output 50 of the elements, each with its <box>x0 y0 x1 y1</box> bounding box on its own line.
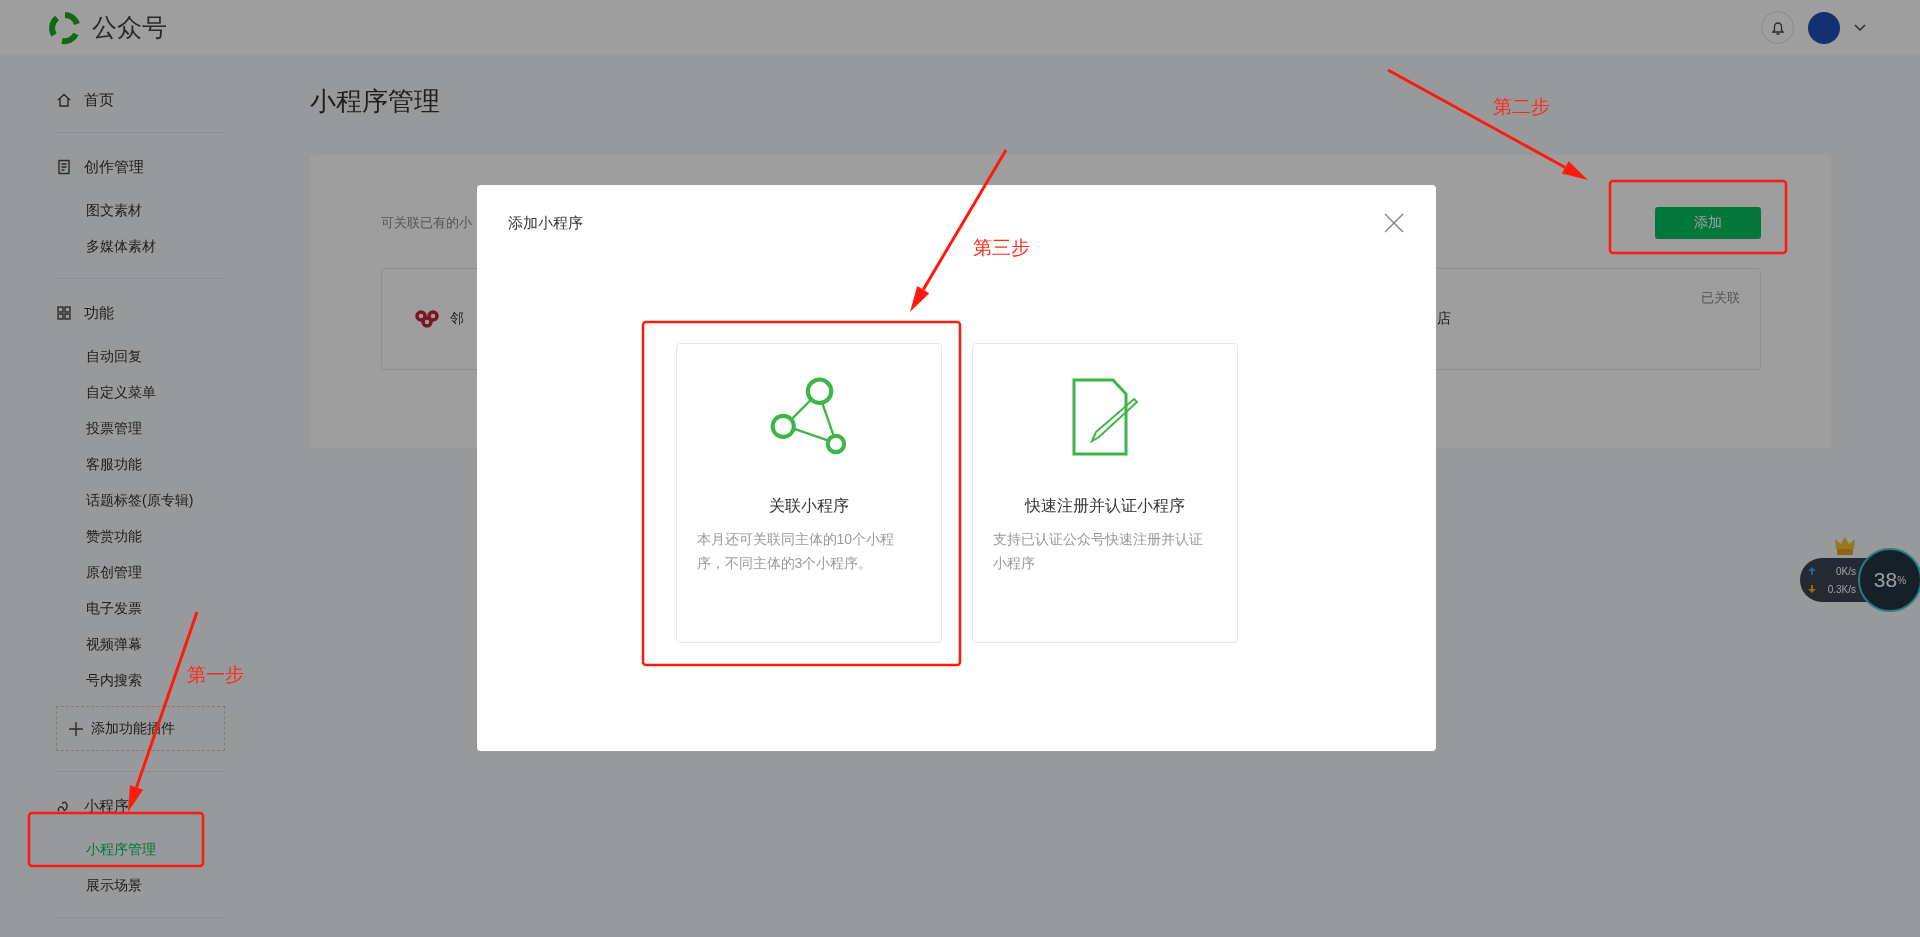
program-info: 店 <box>1437 310 1451 328</box>
plus-icon <box>69 721 83 736</box>
crown-icon <box>1834 536 1856 556</box>
sidebar-item[interactable]: 视频弹幕 <box>86 626 142 662</box>
option-description: 本月还可关联同主体的10个小程序，不同主体的3个小程序。 <box>696 530 896 573</box>
close-icon <box>1383 212 1405 234</box>
sidebar-item[interactable]: 多媒体素材 <box>86 228 156 264</box>
upload-speed: 0K/s <box>1835 565 1856 577</box>
sidebar-item[interactable]: 自动回复 <box>86 338 142 374</box>
grid-icon <box>56 305 72 321</box>
percent-sign: % <box>1897 574 1907 586</box>
sidebar-item[interactable]: 赞赏功能 <box>86 518 142 554</box>
option-description: 支持已认证公众号快速注册并认证小程序 <box>992 530 1204 573</box>
sidebar-item[interactable]: 话题标签(原专辑) <box>86 482 194 518</box>
annotation-text: 第二步 <box>1493 95 1550 119</box>
app-title: 公众号 <box>92 12 167 43</box>
download-speed: 0.3K/s <box>1826 583 1856 595</box>
program-name: 邻 <box>450 310 464 328</box>
chevron-down-icon[interactable] <box>1854 23 1866 32</box>
sidebar-item[interactable]: 号内搜索 <box>86 662 142 698</box>
document-icon <box>56 159 72 175</box>
avatar[interactable] <box>1808 11 1840 44</box>
download-arrow-icon <box>1808 585 1816 593</box>
annotation-text: 第三步 <box>973 236 1030 260</box>
sidebar-item[interactable]: 原创管理 <box>86 554 142 590</box>
status-label: 已关联 <box>1701 289 1740 307</box>
upload-arrow-icon <box>1808 567 1816 575</box>
annotation-text: 第一步 <box>187 663 244 687</box>
sidebar-group[interactable]: 功能 <box>56 295 225 331</box>
sidebar-item[interactable]: 自定义菜单 <box>86 374 156 410</box>
dialog-title: 添加小程序 <box>508 213 583 233</box>
option-card[interactable]: 快速注册并认证小程序 支持已认证公众号快速注册并认证小程序 <box>971 343 1238 643</box>
usage-percent: 38 <box>1873 568 1898 592</box>
chain-logo-icon <box>414 310 440 328</box>
sidebar-item[interactable]: 图文素材 <box>86 192 142 228</box>
close-button[interactable] <box>1383 212 1405 234</box>
option-card[interactable]: 关联小程序 本月还可关联同主体的10个小程序，不同主体的3个小程序。 <box>675 343 942 643</box>
option-title: 关联小程序 <box>768 496 849 516</box>
option-title: 快速注册并认证小程序 <box>1024 496 1185 516</box>
page-title: 小程序管理 <box>310 85 440 118</box>
sidebar-item[interactable]: 投票管理 <box>86 410 142 446</box>
sidebar-group[interactable]: 创作管理 <box>56 149 225 185</box>
description-text: 可关联已有的小 <box>381 214 472 232</box>
sidebar-item[interactable]: 客服功能 <box>86 446 142 482</box>
sidebar-group[interactable]: 首页 <box>56 82 225 118</box>
logo-icon <box>48 10 82 45</box>
bell-icon <box>1769 19 1786 36</box>
sidebar-item[interactable]: 展示场景 <box>86 867 142 903</box>
sidebar-item[interactable]: 电子发票 <box>86 590 142 626</box>
home-icon <box>56 92 72 108</box>
